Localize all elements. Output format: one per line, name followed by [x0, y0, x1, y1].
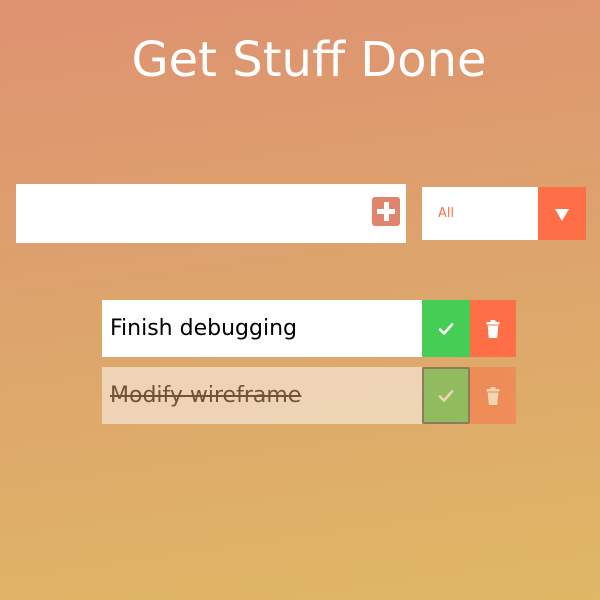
todo-input[interactable] — [16, 184, 366, 243]
delete-button[interactable] — [470, 300, 516, 357]
caret-down-icon — [555, 209, 569, 221]
check-icon — [438, 389, 454, 402]
filter-dropdown-button[interactable] — [538, 187, 586, 240]
complete-button[interactable] — [422, 367, 470, 424]
complete-button[interactable] — [422, 300, 470, 357]
filter-selected-value: All — [438, 206, 455, 221]
todo-text: Finish debugging — [110, 316, 297, 341]
todo-input-container — [16, 184, 406, 243]
todo-text-cell: Finish debugging — [102, 300, 422, 357]
check-icon — [438, 322, 454, 335]
add-todo-button[interactable] — [372, 197, 400, 226]
page-title: Get Stuff Done — [131, 32, 487, 88]
filter-select[interactable]: All — [422, 187, 586, 240]
trash-icon — [486, 386, 500, 405]
todo-text: Modify wireframe — [110, 383, 302, 408]
delete-button[interactable] — [470, 367, 516, 424]
todo-item: Finish debugging — [102, 300, 516, 357]
todo-item-completed: Modify wireframe — [102, 367, 516, 424]
todo-text-cell: Modify wireframe — [102, 367, 422, 424]
trash-icon — [486, 319, 500, 338]
